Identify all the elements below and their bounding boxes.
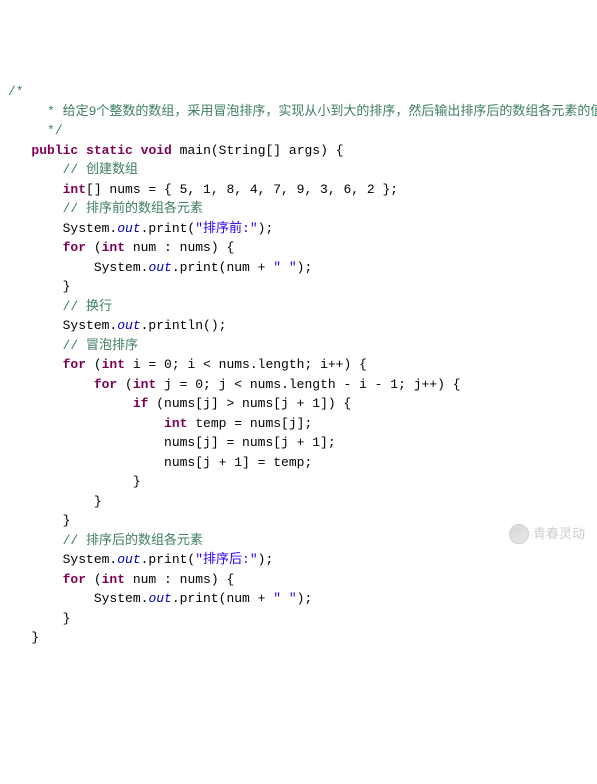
out-field: out bbox=[148, 260, 171, 275]
swap-line-2: nums[j + 1] = temp; bbox=[164, 455, 312, 470]
system-ref: System. bbox=[63, 318, 118, 333]
keyword-int: int bbox=[102, 240, 125, 255]
watermark: 青春灵动 bbox=[509, 524, 585, 544]
comment-before-sort: // 排序前的数组各元素 bbox=[63, 201, 203, 216]
keyword-static: static bbox=[86, 143, 133, 158]
foreach-rest: num : nums) { bbox=[125, 572, 234, 587]
string-space: " " bbox=[273, 260, 296, 275]
brace-close: } bbox=[63, 513, 71, 528]
println-call: .println(); bbox=[141, 318, 227, 333]
for-outer-rest: i = 0; i < nums.length; i++) { bbox=[125, 357, 367, 372]
print-call-close: ); bbox=[258, 552, 274, 567]
out-field: out bbox=[117, 221, 140, 236]
string-after: "排序后:" bbox=[195, 552, 257, 567]
keyword-int: int bbox=[102, 572, 125, 587]
print-num-open: .print(num + bbox=[172, 591, 273, 606]
watermark-text: 青春灵动 bbox=[533, 524, 585, 544]
out-field: out bbox=[117, 318, 140, 333]
system-ref: System. bbox=[63, 552, 118, 567]
keyword-for: for bbox=[63, 572, 86, 587]
temp-declaration: temp = nums[j]; bbox=[187, 416, 312, 431]
if-condition: (nums[j] > nums[j + 1]) { bbox=[148, 396, 351, 411]
system-ref: System. bbox=[63, 221, 118, 236]
print-num-close: ); bbox=[297, 591, 313, 606]
comment-block-body: * 给定9个整数的数组，采用冒泡排序，实现从小到大的排序，然后输出排序后的数组各… bbox=[39, 104, 597, 119]
brace-close: } bbox=[94, 494, 102, 509]
for-open: ( bbox=[86, 357, 102, 372]
keyword-int: int bbox=[63, 182, 86, 197]
brace-close: } bbox=[63, 279, 71, 294]
print-call-open: .print( bbox=[141, 552, 196, 567]
keyword-for: for bbox=[63, 240, 86, 255]
array-declaration: [] nums = { 5, 1, 8, 4, 7, 9, 3, 6, 2 }; bbox=[86, 182, 398, 197]
wechat-icon bbox=[509, 524, 529, 544]
comment-block-close: */ bbox=[39, 123, 62, 138]
comment-newline: // 换行 bbox=[63, 299, 112, 314]
string-before: "排序前:" bbox=[195, 221, 257, 236]
foreach-rest: num : nums) { bbox=[125, 240, 234, 255]
keyword-void: void bbox=[141, 143, 172, 158]
comment-after-sort: // 排序后的数组各元素 bbox=[63, 533, 203, 548]
for-open: ( bbox=[86, 240, 102, 255]
comment-block-open: /* bbox=[8, 84, 24, 99]
brace-close: } bbox=[63, 611, 71, 626]
for-open: ( bbox=[117, 377, 133, 392]
swap-line-1: nums[j] = nums[j + 1]; bbox=[164, 435, 336, 450]
comment-create-array: // 创建数组 bbox=[63, 162, 138, 177]
brace-close: } bbox=[133, 474, 141, 489]
code-block: /* * 给定9个整数的数组，采用冒泡排序，实现从小到大的排序，然后输出排序后的… bbox=[8, 82, 589, 648]
system-ref: System. bbox=[94, 591, 149, 606]
out-field: out bbox=[117, 552, 140, 567]
for-open: ( bbox=[86, 572, 102, 587]
keyword-int: int bbox=[164, 416, 187, 431]
keyword-public: public bbox=[31, 143, 78, 158]
keyword-int: int bbox=[102, 357, 125, 372]
method-signature: main(String[] args) { bbox=[172, 143, 344, 158]
print-call-open: .print( bbox=[141, 221, 196, 236]
brace-close: } bbox=[31, 630, 39, 645]
print-call-close: ); bbox=[258, 221, 274, 236]
print-num-open: .print(num + bbox=[172, 260, 273, 275]
keyword-for: for bbox=[63, 357, 86, 372]
print-num-close: ); bbox=[297, 260, 313, 275]
for-inner-rest: j = 0; j < nums.length - i - 1; j++) { bbox=[156, 377, 460, 392]
keyword-if: if bbox=[133, 396, 149, 411]
system-ref: System. bbox=[94, 260, 149, 275]
keyword-int: int bbox=[133, 377, 156, 392]
comment-bubble-sort: // 冒泡排序 bbox=[63, 338, 138, 353]
string-space: " " bbox=[273, 591, 296, 606]
out-field: out bbox=[148, 591, 171, 606]
keyword-for: for bbox=[94, 377, 117, 392]
